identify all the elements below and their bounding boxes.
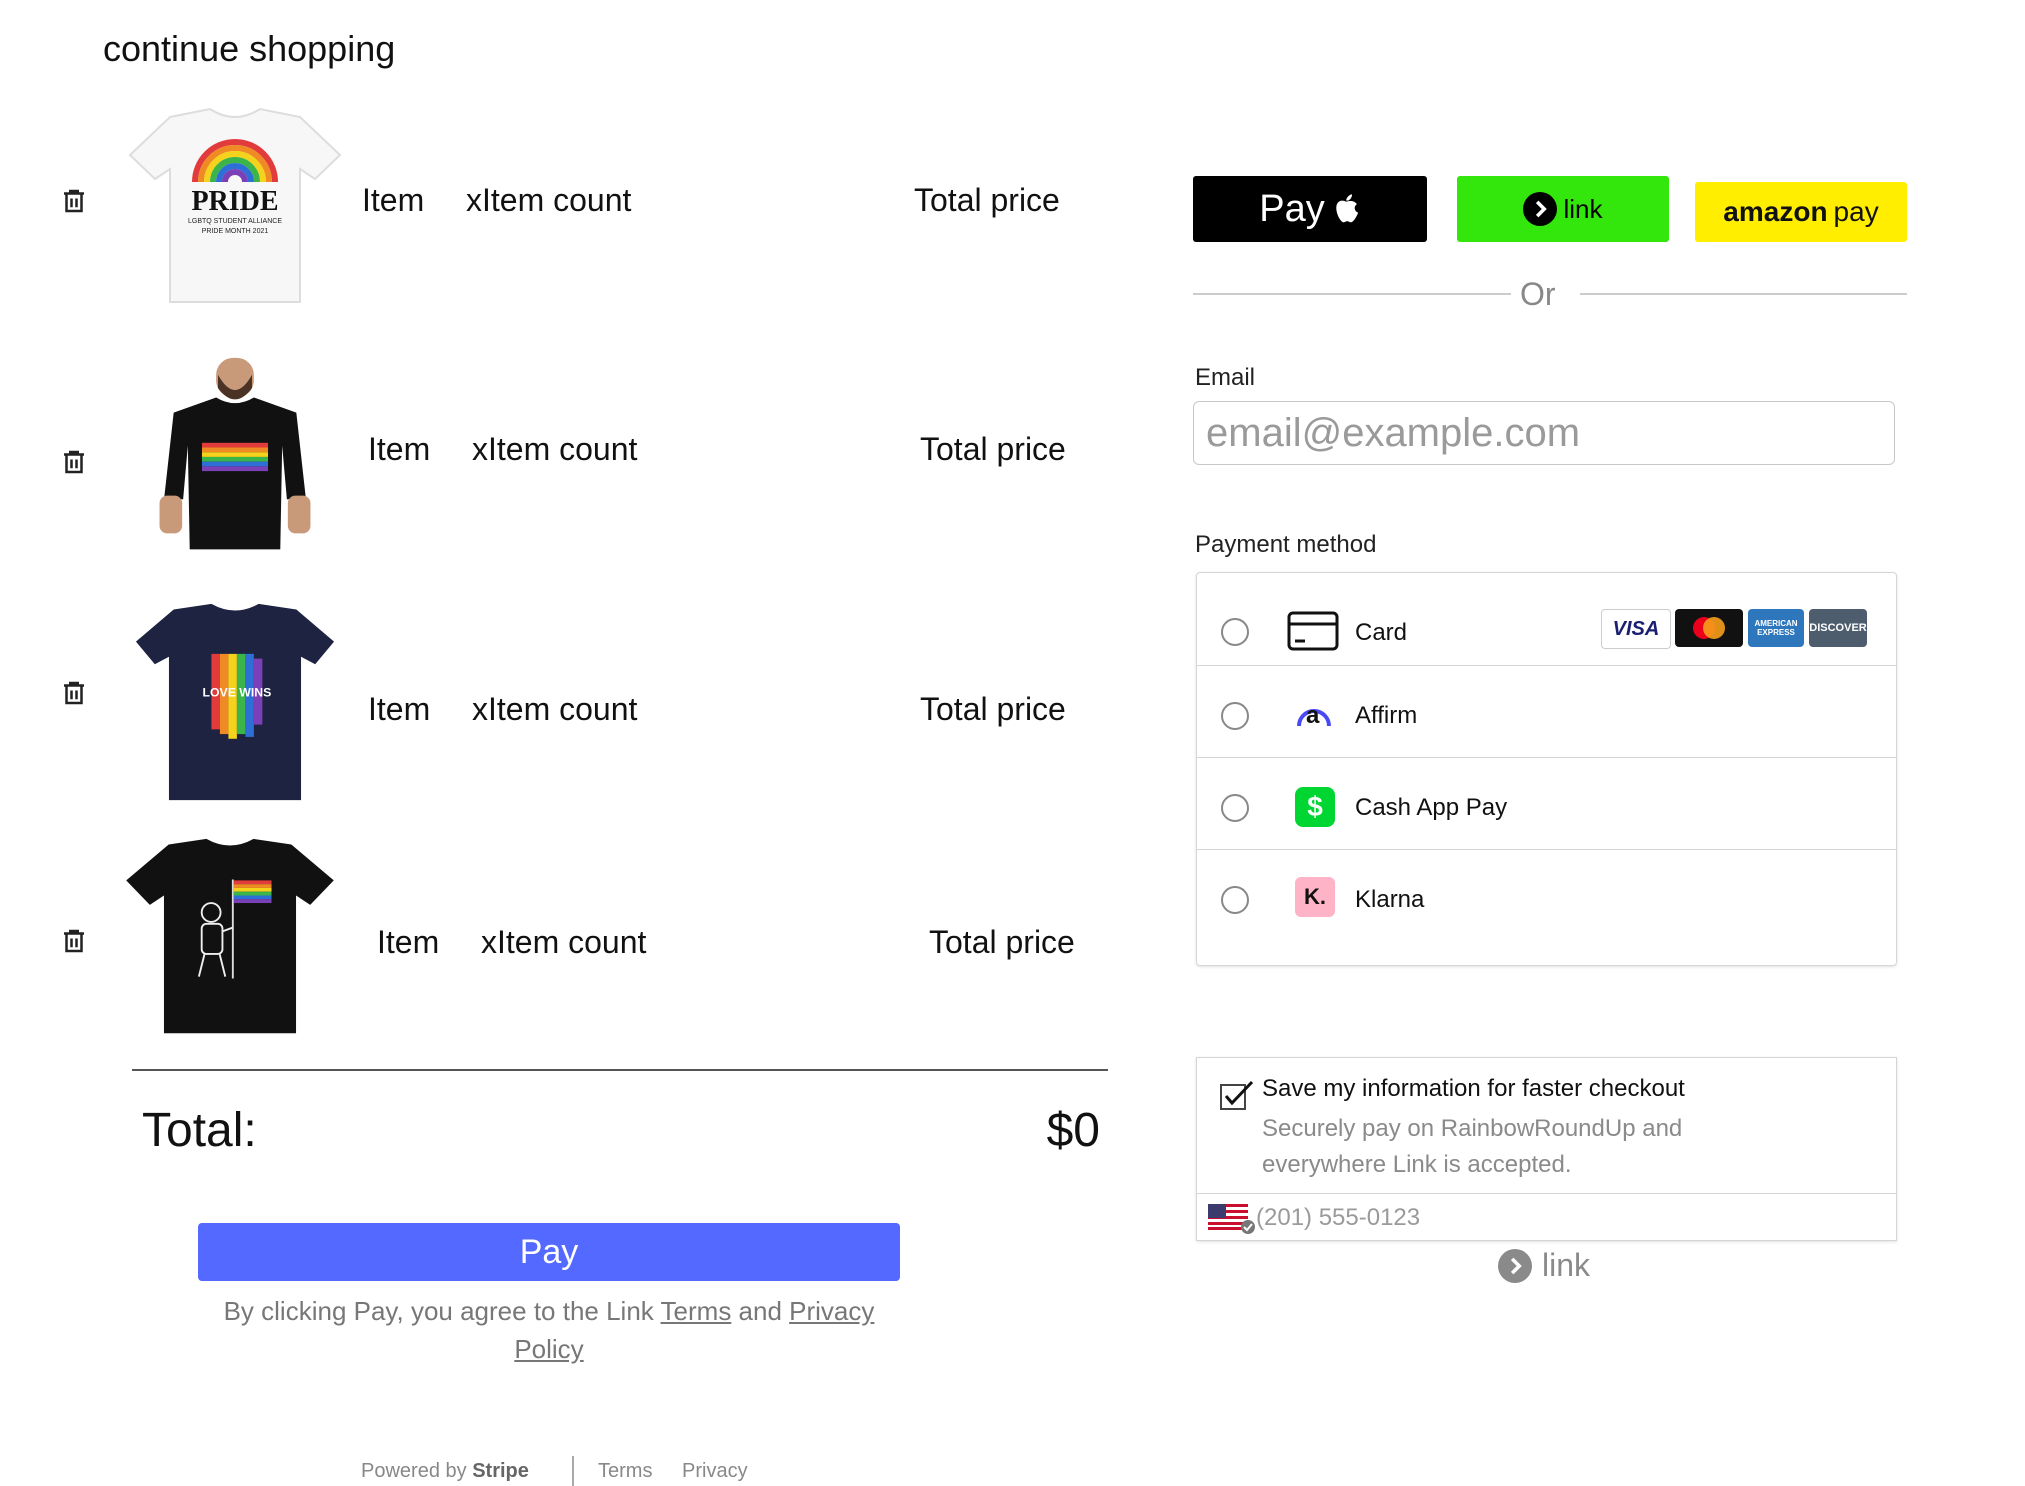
klarna-icon: K.	[1295, 877, 1335, 917]
item-count: xItem count	[472, 431, 638, 467]
or-divider-right	[1580, 293, 1907, 295]
cash-app-icon: $	[1295, 787, 1335, 827]
product-image-black-astronaut-flag-tshirt	[126, 838, 334, 1034]
affirm-icon: a	[1295, 696, 1333, 730]
or-text: Or	[1520, 276, 1556, 312]
item-total-price: Total price	[914, 182, 1060, 218]
powered-by-stripe[interactable]: Powered by Stripe	[361, 1460, 529, 1483]
product-image-man-black-pride-tshirt	[159, 357, 311, 550]
cart-divider	[132, 1069, 1108, 1071]
or-divider-left	[1193, 293, 1511, 295]
mastercard-icon	[1675, 609, 1743, 647]
link-arrow-icon	[1523, 192, 1558, 226]
footer-privacy-link[interactable]: Privacy	[682, 1460, 748, 1483]
credit-card-icon	[1287, 611, 1339, 651]
svg-text:PRIDE: PRIDE	[191, 186, 278, 217]
item-name: Item	[368, 431, 431, 467]
item-count: xItem count	[481, 924, 647, 960]
payment-option-cash-app[interactable]: $ Cash App Pay	[1197, 757, 1896, 850]
save-info-subtitle: Securely pay on RainbowRoundUp and every…	[1262, 1115, 1683, 1178]
trash-icon[interactable]	[59, 678, 89, 708]
item-total-price: Total price	[929, 924, 1075, 960]
save-info-title: Save my information for faster checkout	[1262, 1075, 1685, 1102]
card-radio[interactable]	[1221, 618, 1249, 646]
continue-shopping-link[interactable]: continue shopping	[103, 28, 395, 70]
apple-logo-icon	[1336, 194, 1358, 223]
svg-text:PRIDE MONTH 2021: PRIDE MONTH 2021	[202, 228, 269, 235]
product-image-white-pride-tshirt: PRIDE LGBTQ STUDENT ALLIANCE PRIDE MONTH…	[128, 107, 342, 303]
email-label: Email	[1195, 364, 1256, 391]
amazon-pay-button[interactable]: amazon pay	[1695, 182, 1907, 242]
save-info-checkbox[interactable]	[1220, 1080, 1256, 1110]
klarna-radio[interactable]	[1221, 886, 1249, 914]
item-name: Item	[377, 924, 440, 960]
footer-terms-link[interactable]: Terms	[598, 1460, 652, 1483]
link-logo: link	[1498, 1247, 1590, 1284]
phone-row	[1196, 1193, 1897, 1241]
amex-icon: AMERICAN EXPRESS	[1748, 609, 1804, 647]
trash-icon[interactable]	[59, 186, 89, 216]
item-count: xItem count	[466, 182, 632, 218]
discover-icon: DISCOVER	[1809, 609, 1867, 647]
item-total-price: Total price	[920, 431, 1066, 467]
payment-option-card[interactable]: Card VISA AMERICAN EXPRESS DISCOVER	[1197, 573, 1896, 666]
payment-option-affirm[interactable]: a Affirm	[1197, 665, 1896, 758]
item-count: xItem count	[472, 691, 638, 727]
total-label: Total:	[142, 1104, 257, 1157]
payment-method-label: Payment method	[1195, 531, 1377, 558]
pay-button[interactable]: Pay	[198, 1223, 900, 1281]
us-flag-icon[interactable]	[1208, 1204, 1256, 1234]
footer-divider	[572, 1456, 574, 1486]
payment-option-klarna[interactable]: K. Klarna	[1197, 849, 1896, 941]
item-total-price: Total price	[920, 691, 1066, 727]
product-image-navy-love-wins-tshirt: LOVE WINS	[135, 603, 335, 801]
svg-text:LOVE WINS: LOVE WINS	[203, 685, 272, 699]
total-value: $0	[1046, 1104, 1100, 1157]
email-input[interactable]	[1193, 401, 1895, 465]
item-name: Item	[362, 182, 425, 218]
link-arrow-icon	[1498, 1248, 1532, 1283]
cash-app-radio[interactable]	[1221, 794, 1249, 822]
apple-pay-button[interactable]: Pay	[1193, 176, 1427, 242]
link-pay-button[interactable]: link	[1457, 176, 1669, 242]
svg-text:LGBTQ STUDENT ALLIANCE: LGBTQ STUDENT ALLIANCE	[188, 218, 282, 225]
phone-input[interactable]	[1254, 1200, 1658, 1236]
item-name: Item	[368, 691, 431, 727]
visa-icon: VISA	[1601, 609, 1671, 649]
terms-link[interactable]: Terms	[661, 1296, 732, 1326]
trash-icon[interactable]	[59, 447, 89, 477]
affirm-radio[interactable]	[1221, 702, 1249, 730]
consent-text: By clicking Pay, you agree to the Link T…	[223, 1296, 875, 1364]
payment-method-list: Card VISA AMERICAN EXPRESS DISCOVER a Af…	[1196, 572, 1897, 966]
trash-icon[interactable]	[59, 926, 89, 956]
